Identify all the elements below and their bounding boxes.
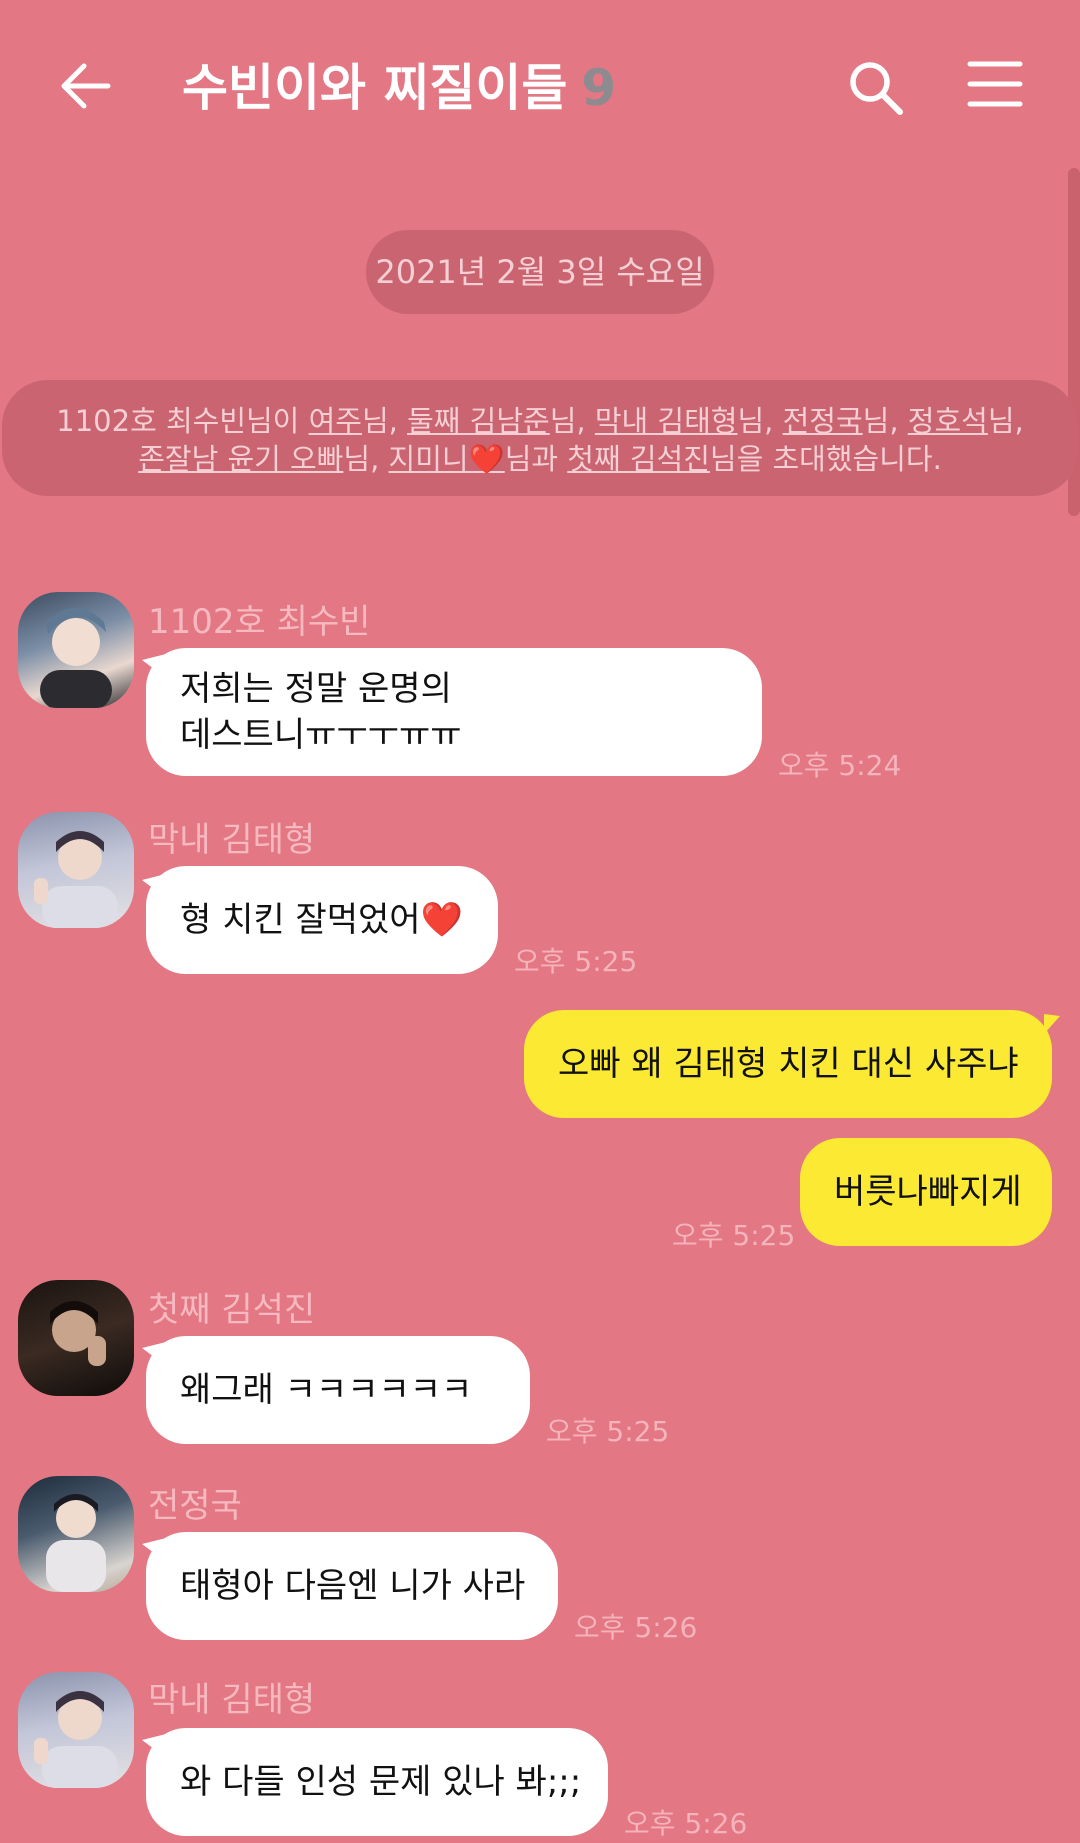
arrow-left-icon: [61, 63, 111, 109]
chat-room-title: 수빈이와 찌질이들 9: [182, 48, 616, 120]
message-bubble[interactable]: 저희는 정말 운명의 데스트니ㅠㅜㅜㅠㅠ: [146, 648, 762, 776]
sender-name: 1102호 최수빈: [148, 602, 371, 642]
sender-name: 첫째 김석진: [148, 1290, 316, 1330]
message-text: 왜그래 ㅋㅋㅋㅋㅋㅋ: [180, 1370, 473, 1410]
message-text: 형 치킨 잘먹었어❤️: [180, 900, 463, 940]
chat-header: 수빈이와 찌질이들 9: [0, 0, 1080, 168]
invited-member-link[interactable]: 둘째 김남준: [407, 404, 550, 438]
member-count: 9: [581, 59, 617, 117]
chat-room-name: 수빈이와 찌질이들: [182, 59, 568, 117]
sender-name: 막내 김태형: [148, 820, 316, 860]
invited-member-link[interactable]: 전정국: [783, 404, 863, 438]
message-bubble[interactable]: 와 다들 인성 문제 있나 봐;;;: [146, 1728, 608, 1836]
search-button[interactable]: [846, 58, 906, 118]
message-text: 오빠 왜 김태형 치킨 대신 사주냐: [558, 1044, 1019, 1084]
message-text: 와 다들 인성 문제 있나 봐;;;: [180, 1762, 582, 1802]
avatar-kim-taehyung[interactable]: [18, 1672, 134, 1788]
date-divider: 2021년 2월 3일 수요일: [366, 230, 714, 314]
avatar-choi-soobin[interactable]: [18, 592, 134, 708]
system-invite-message: 1102호 최수빈님이 여주님, 둘째 김남준님, 막내 김태형님, 전정국님,…: [2, 380, 1078, 496]
system-message-line-1: 1102호 최수빈님이 여주님, 둘째 김남준님, 막내 김태형님, 전정국님,…: [56, 404, 1024, 438]
invited-member-link[interactable]: 존잘남 윤기 오빠: [138, 442, 343, 476]
message-text: 태형아 다음엔 니가 사라: [180, 1566, 526, 1606]
message-text: 데스트니ㅠㅜㅜㅠㅠ: [180, 715, 462, 755]
my-message-bubble[interactable]: 오빠 왜 김태형 치킨 대신 사주냐: [524, 1010, 1052, 1118]
my-message-bubble[interactable]: 버릇나빠지게: [800, 1138, 1052, 1246]
avatar-kim-taehyung[interactable]: [18, 812, 134, 928]
invited-member-link[interactable]: 지미니❤️: [389, 442, 505, 476]
message-bubble[interactable]: 태형아 다음엔 니가 사라: [146, 1532, 558, 1640]
message-timestamp: 오후 5:25: [546, 1415, 670, 1448]
invited-member-link[interactable]: 막내 김태형: [595, 404, 738, 438]
sender-name: 전정국: [148, 1486, 242, 1526]
avatar-jeon-jungkook[interactable]: [18, 1476, 134, 1592]
back-button[interactable]: [58, 58, 114, 114]
invited-member-link[interactable]: 첫째 김석진: [567, 442, 710, 476]
message-timestamp: 오후 5:25: [672, 1219, 796, 1252]
message-timestamp: 오후 5:26: [574, 1611, 698, 1644]
search-icon: [850, 62, 903, 115]
message-text: 버릇나빠지게: [834, 1172, 1022, 1212]
message-bubble[interactable]: 왜그래 ㅋㅋㅋㅋㅋㅋ: [146, 1336, 530, 1444]
message-timestamp: 오후 5:25: [514, 945, 638, 978]
bubble-tail: [1044, 1014, 1060, 1034]
message-timestamp: 오후 5:26: [624, 1807, 748, 1840]
hamburger-menu-icon: [967, 61, 1023, 107]
system-message-line-2: 존잘남 윤기 오빠님, 지미니❤️님과 첫째 김석진님을 초대했습니다.: [138, 442, 942, 476]
message-timestamp: 오후 5:24: [778, 749, 902, 782]
message-text: 저희는 정말 운명의: [180, 669, 452, 709]
sender-name: 막내 김태형: [148, 1680, 316, 1720]
menu-button[interactable]: [966, 58, 1024, 110]
message-bubble[interactable]: 형 치킨 잘먹었어❤️: [146, 866, 498, 974]
invited-member-link[interactable]: 정호석: [908, 404, 988, 438]
avatar-kim-seokjin[interactable]: [18, 1280, 134, 1396]
invited-member-link[interactable]: 여주: [309, 404, 362, 438]
